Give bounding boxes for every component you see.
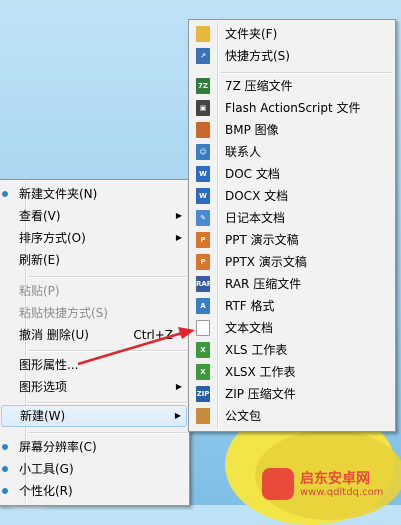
watermark-url: www.qdltdq.com <box>300 487 384 498</box>
annotation-arrow <box>77 327 195 366</box>
watermark-logo-icon <box>262 468 294 500</box>
watermark-title: 启东安卓网 <box>300 471 370 487</box>
watermark: 启东安卓网 www.qdltdq.com <box>262 466 398 502</box>
